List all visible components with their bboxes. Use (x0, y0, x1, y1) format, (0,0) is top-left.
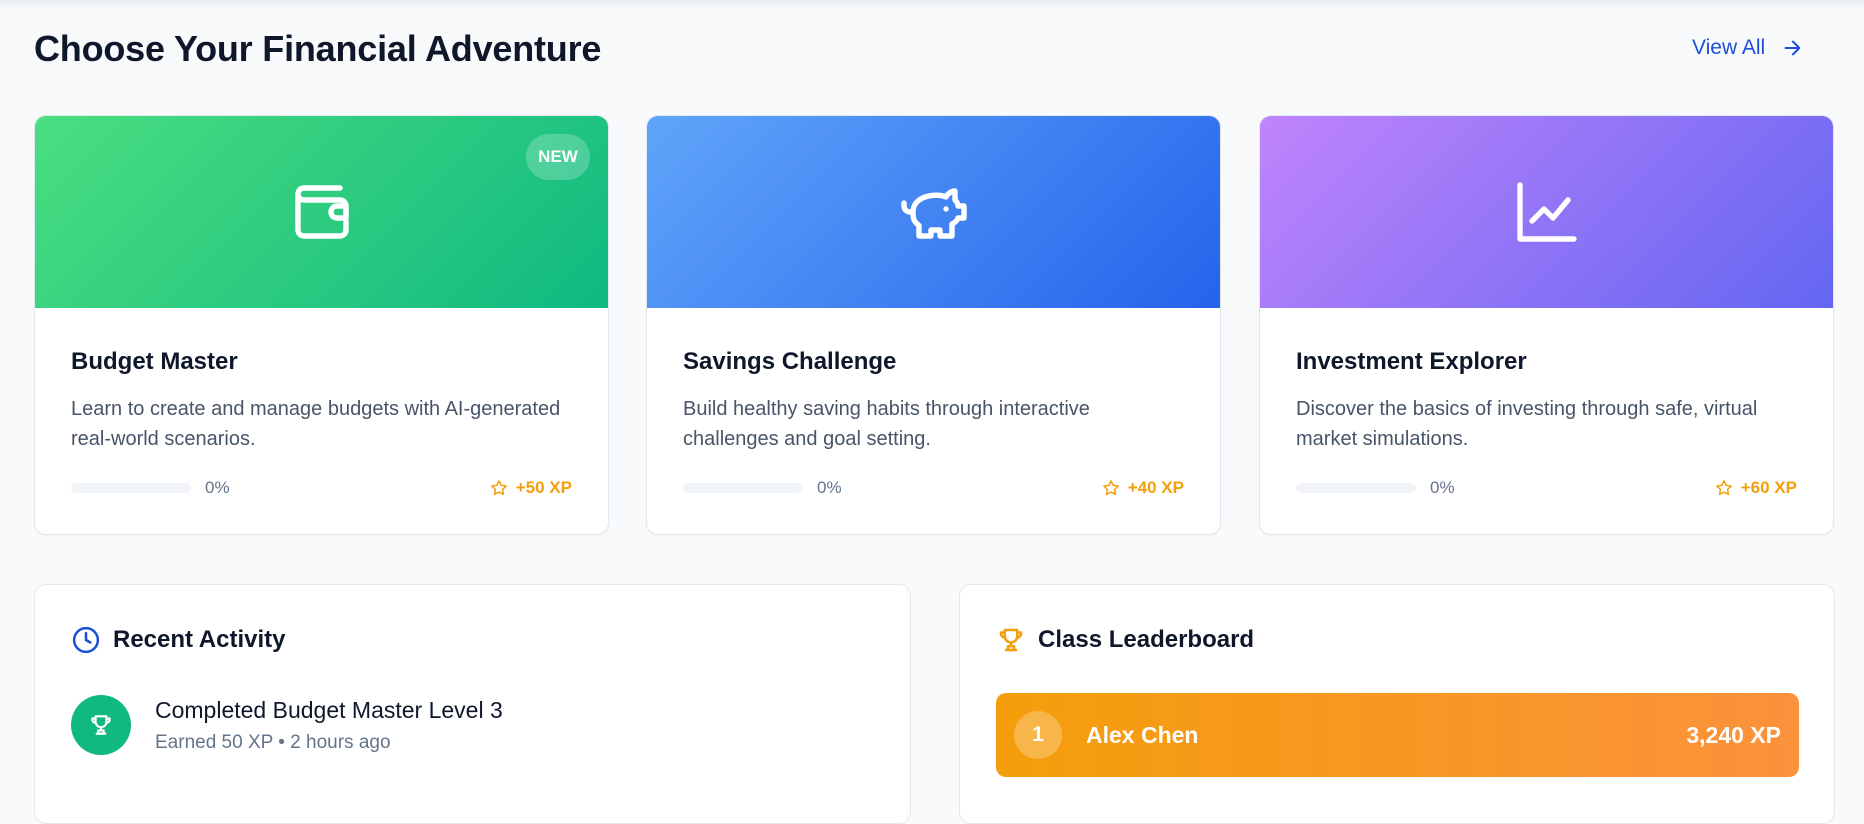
page-title: Choose Your Financial Adventure (34, 28, 602, 69)
progress-bar (1296, 483, 1416, 493)
view-all-label: View All (1692, 36, 1766, 59)
wallet-icon (294, 185, 349, 239)
panel-title: Recent Activity (113, 626, 286, 653)
star-icon (490, 480, 507, 496)
leader-name: Alex Chen (1086, 721, 1199, 748)
card-description: Learn to create and manage budgets with … (71, 398, 561, 450)
xp-label: +40 XP (1127, 478, 1184, 497)
card-title: Budget Master (71, 348, 238, 375)
star-icon (1715, 480, 1732, 496)
xp-label: +50 XP (515, 478, 572, 497)
module-card-investment-explorer[interactable]: Investment Explorer Discover the basics … (1259, 115, 1834, 535)
leaderboard-panel: Class Leaderboard 1 Alex Chen 3,240 XP (959, 584, 1835, 824)
panel-title: Class Leaderboard (1038, 626, 1255, 653)
rank-badge: 1 (1014, 711, 1062, 759)
xp-reward: +40 XP (1102, 478, 1184, 498)
view-all-link[interactable]: View All (1692, 36, 1803, 60)
activity-item[interactable]: Completed Budget Master Level 3 Earned 5… (71, 695, 503, 755)
card-description: Build healthy saving habits through inte… (683, 398, 1090, 450)
card-title: Investment Explorer (1296, 348, 1527, 375)
piggy-bank-icon (900, 188, 967, 239)
activity-meta: Earned 50 XP • 2 hours ago (155, 731, 391, 753)
progress-text: 0% (205, 478, 230, 497)
activity-title: Completed Budget Master Level 3 (155, 696, 503, 723)
leaderboard-row[interactable]: 1 Alex Chen 3,240 XP (996, 693, 1799, 777)
leader-xp: 3,240 XP (1686, 721, 1781, 748)
module-card-budget-master[interactable]: NEW Budget Master Learn to create and ma… (34, 115, 609, 535)
card-description: Discover the basics of investing through… (1296, 398, 1758, 450)
progress-text: 0% (817, 478, 842, 497)
clock-icon (72, 626, 100, 654)
card-title: Savings Challenge (683, 348, 897, 375)
arrow-right-icon (1784, 40, 1801, 56)
trophy-icon (999, 628, 1023, 652)
activity-icon-badge (71, 695, 131, 755)
card-banner (1260, 116, 1833, 308)
xp-reward: +60 XP (1715, 478, 1797, 498)
module-card-savings-challenge[interactable]: Savings Challenge Build healthy saving h… (646, 115, 1221, 535)
xp-label: +60 XP (1740, 478, 1797, 497)
progress-text: 0% (1430, 478, 1455, 497)
top-shadow (0, 0, 1864, 8)
progress-bar (683, 483, 803, 493)
xp-reward: +50 XP (490, 478, 572, 498)
star-icon (1102, 480, 1119, 496)
progress-bar (71, 483, 191, 493)
card-banner: NEW (35, 116, 608, 308)
trophy-icon (91, 715, 111, 735)
chart-line-icon (1516, 182, 1577, 242)
new-badge: NEW (526, 134, 590, 180)
card-banner (647, 116, 1220, 308)
recent-activity-panel: Recent Activity Completed Budget Master … (34, 584, 911, 824)
